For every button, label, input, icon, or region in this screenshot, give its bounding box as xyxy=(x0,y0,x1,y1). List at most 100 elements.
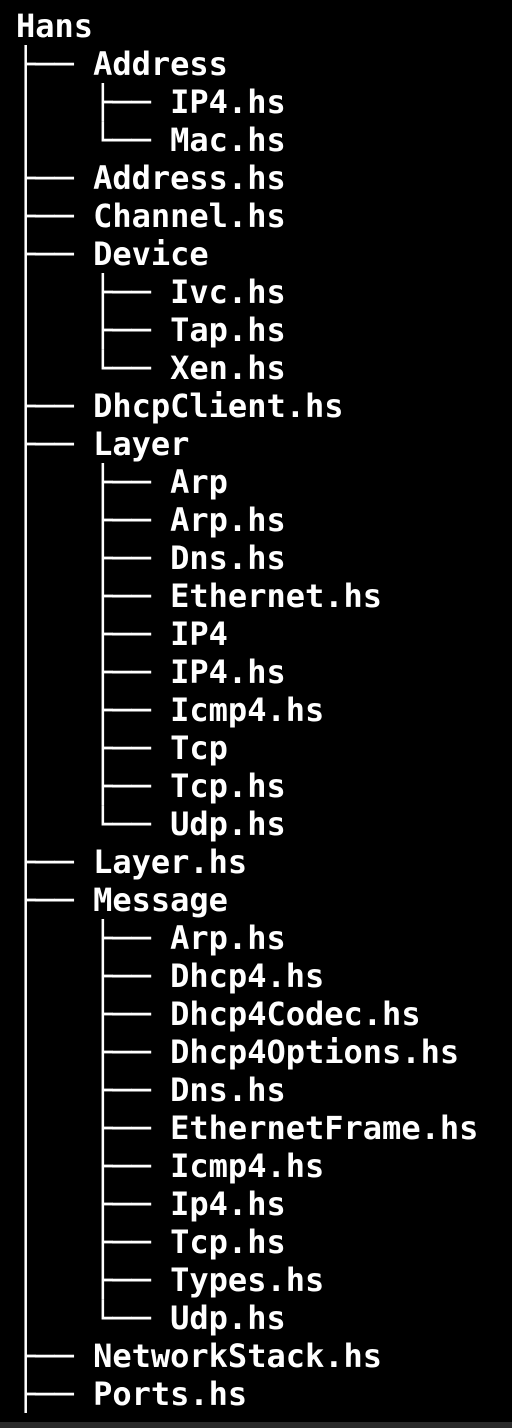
tree-entry-name: Udp.hs xyxy=(170,1299,286,1337)
tree-branch-prefix: ├── xyxy=(16,425,94,463)
tree-entry-name: Udp.hs xyxy=(170,805,286,843)
tree-branch-prefix: │ ├── xyxy=(16,1147,171,1185)
tree-branch-prefix: │ ├── xyxy=(16,1033,171,1071)
tree-entry: │ ├── Arp xyxy=(16,463,478,501)
tree-entry: │ ├── Arp.hs xyxy=(16,501,478,539)
terminal-window: Hans ├── Address │ ├── IP4.hs │ └── Mac.hs ├… xyxy=(0,0,512,1428)
tree-entry-name: Tcp xyxy=(170,729,228,767)
tree-entry: ├── Layer xyxy=(16,425,478,463)
tree-entry: │ └── Xen.hs xyxy=(16,349,478,387)
tree-entry-name: Device xyxy=(93,235,209,273)
tree-entry-name: Address xyxy=(93,45,228,83)
tree-entry-name: Ethernet.hs xyxy=(170,577,383,615)
tree-entry-name: Ip4.hs xyxy=(170,1185,286,1223)
tree-entry: │ └── Mac.hs xyxy=(16,121,478,159)
tree-entry-name: EthernetFrame.hs xyxy=(170,1109,479,1147)
tree-entry: │ ├── IP4.hs xyxy=(16,653,478,691)
tree-entry: │ ├── Ip4.hs xyxy=(16,1185,478,1223)
directory-tree: Hans ├── Address │ ├── IP4.hs │ └── Mac.hs ├… xyxy=(16,7,478,1413)
tree-branch-prefix: │ ├── xyxy=(16,501,171,539)
tree-branch-prefix: ├── xyxy=(16,1337,94,1375)
tree-entry: │ ├── Icmp4.hs xyxy=(16,691,478,729)
tree-entry-name: Layer.hs xyxy=(93,843,248,881)
tree-branch-prefix: │ ├── xyxy=(16,919,171,957)
tree-branch-prefix: │ ├── xyxy=(16,995,171,1033)
tree-branch-prefix: │ ├── xyxy=(16,463,171,501)
tree-entry: │ ├── Tcp xyxy=(16,729,478,767)
tree-entry-name: Dns.hs xyxy=(170,1071,286,1109)
tree-entry-name: NetworkStack.hs xyxy=(93,1337,383,1375)
tree-entry: │ ├── IP4.hs xyxy=(16,83,478,121)
tree-branch-prefix: │ └── xyxy=(16,1299,171,1337)
tree-branch-prefix: ├── xyxy=(16,881,94,919)
tree-branch-prefix: │ ├── xyxy=(16,653,171,691)
tree-entry-name: Icmp4.hs xyxy=(170,691,325,729)
tree-entry: │ ├── Types.hs xyxy=(16,1261,478,1299)
tree-entry-name: Mac.hs xyxy=(170,121,286,159)
tree-entry: ├── DhcpClient.hs xyxy=(16,387,478,425)
tree-entry: │ ├── Ethernet.hs xyxy=(16,577,478,615)
tree-entry: │ ├── Arp.hs xyxy=(16,919,478,957)
tree-branch-prefix: │ ├── xyxy=(16,577,171,615)
tree-branch-prefix: │ ├── xyxy=(16,1223,171,1261)
tree-branch-prefix: ├── xyxy=(16,45,94,83)
tree-entry-name: Ivc.hs xyxy=(170,273,286,311)
tree-entry: ├── Message xyxy=(16,881,478,919)
tree-branch-prefix: │ ├── xyxy=(16,1071,171,1109)
tree-entry: │ ├── Dns.hs xyxy=(16,1071,478,1109)
tree-entry-name: Dhcp4.hs xyxy=(170,957,325,995)
tree-entry-name: DhcpClient.hs xyxy=(93,387,344,425)
tree-branch-prefix: ├── xyxy=(16,387,94,425)
tree-entry: │ ├── Icmp4.hs xyxy=(16,1147,478,1185)
tree-entry: │ ├── Dhcp4Codec.hs xyxy=(16,995,478,1033)
tree-entry: ├── Address.hs xyxy=(16,159,478,197)
tree-branch-prefix: │ └── xyxy=(16,349,171,387)
tree-entry-name: IP4.hs xyxy=(170,653,286,691)
tree-entry: │ ├── Tcp.hs xyxy=(16,1223,478,1261)
tree-branch-prefix: │ ├── xyxy=(16,767,171,805)
tree-branch-prefix: │ ├── xyxy=(16,1261,171,1299)
tree-branch-prefix: │ ├── xyxy=(16,615,171,653)
tree-entry-name: Message xyxy=(93,881,228,919)
tree-entry: ├── Address xyxy=(16,45,478,83)
tree-branch-prefix: │ ├── xyxy=(16,957,171,995)
tree-branch-prefix: │ ├── xyxy=(16,1109,171,1147)
tree-entry-name: Dhcp4Options.hs xyxy=(170,1033,460,1071)
tree-entry: ├── NetworkStack.hs xyxy=(16,1337,478,1375)
tree-entry-name: IP4 xyxy=(170,615,228,653)
tree-entry-name: Ports.hs xyxy=(93,1375,248,1413)
tree-entry-name: IP4.hs xyxy=(170,83,286,121)
tree-entry-name: Address.hs xyxy=(93,159,286,197)
tree-entry: │ └── Udp.hs xyxy=(16,805,478,843)
tree-entry: │ └── Udp.hs xyxy=(16,1299,478,1337)
tree-entry: │ ├── IP4 xyxy=(16,615,478,653)
tree-entry-name: Icmp4.hs xyxy=(170,1147,325,1185)
tree-branch-prefix: ├── xyxy=(16,843,94,881)
tree-entry: │ ├── Dns.hs xyxy=(16,539,478,577)
tree-entry-name: Channel.hs xyxy=(93,197,286,235)
tree-entry-name: Arp.hs xyxy=(170,501,286,539)
tree-entry: │ ├── EthernetFrame.hs xyxy=(16,1109,478,1147)
tree-branch-prefix: │ ├── xyxy=(16,311,171,349)
tree-entry: │ ├── Dhcp4Options.hs xyxy=(16,1033,478,1071)
tree-entry-name: Dhcp4Codec.hs xyxy=(170,995,421,1033)
tree-entry: ├── Channel.hs xyxy=(16,197,478,235)
tree-entry: │ ├── Dhcp4.hs xyxy=(16,957,478,995)
tree-branch-prefix: │ └── xyxy=(16,805,171,843)
tree-branch-prefix: │ ├── xyxy=(16,1185,171,1223)
tree-branch-prefix: ├── xyxy=(16,235,94,273)
tree-branch-prefix: ├── xyxy=(16,1375,94,1413)
tree-entry: ├── Layer.hs xyxy=(16,843,478,881)
tree-entry: ├── Ports.hs xyxy=(16,1375,478,1413)
tree-entry-name: Arp xyxy=(170,463,228,501)
tree-branch-prefix: │ ├── xyxy=(16,539,171,577)
tree-entry-name: Arp.hs xyxy=(170,919,286,957)
tree-entry-name: Tap.hs xyxy=(170,311,286,349)
tree-entry-name: Dns.hs xyxy=(170,539,286,577)
tree-entry: │ ├── Tap.hs xyxy=(16,311,478,349)
tree-entry-name: Hans xyxy=(16,7,94,45)
tree-entry: ├── Device xyxy=(16,235,478,273)
tree-entry: │ ├── Ivc.hs xyxy=(16,273,478,311)
tree-branch-prefix: ├── xyxy=(16,197,94,235)
terminal-bottom-edge xyxy=(0,1422,512,1428)
